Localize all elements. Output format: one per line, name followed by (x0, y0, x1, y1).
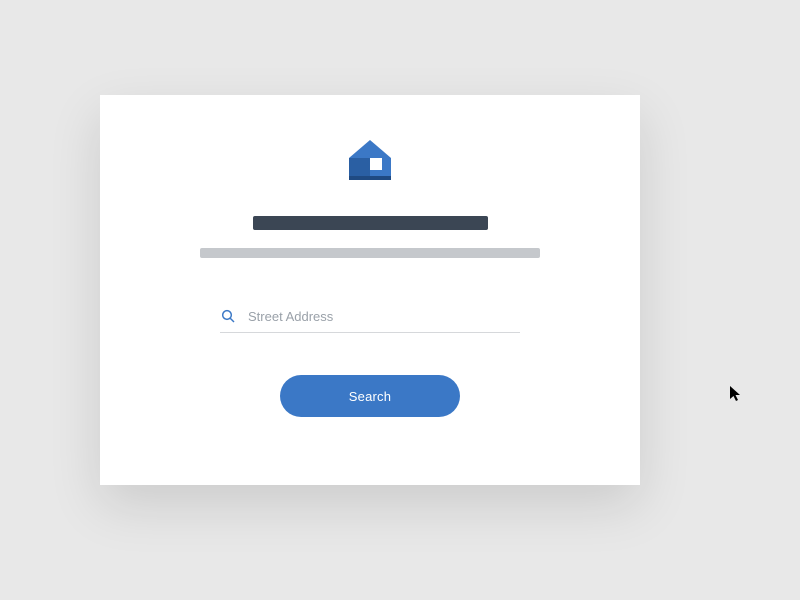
house-logo-icon (343, 140, 397, 188)
address-input[interactable] (248, 309, 520, 324)
heading-placeholder (253, 216, 488, 230)
search-card: Search (100, 95, 640, 485)
subheading-placeholder (200, 248, 540, 258)
address-input-row[interactable] (220, 308, 520, 333)
search-button[interactable]: Search (280, 375, 460, 417)
cursor-icon (730, 386, 742, 402)
search-icon (220, 308, 236, 324)
